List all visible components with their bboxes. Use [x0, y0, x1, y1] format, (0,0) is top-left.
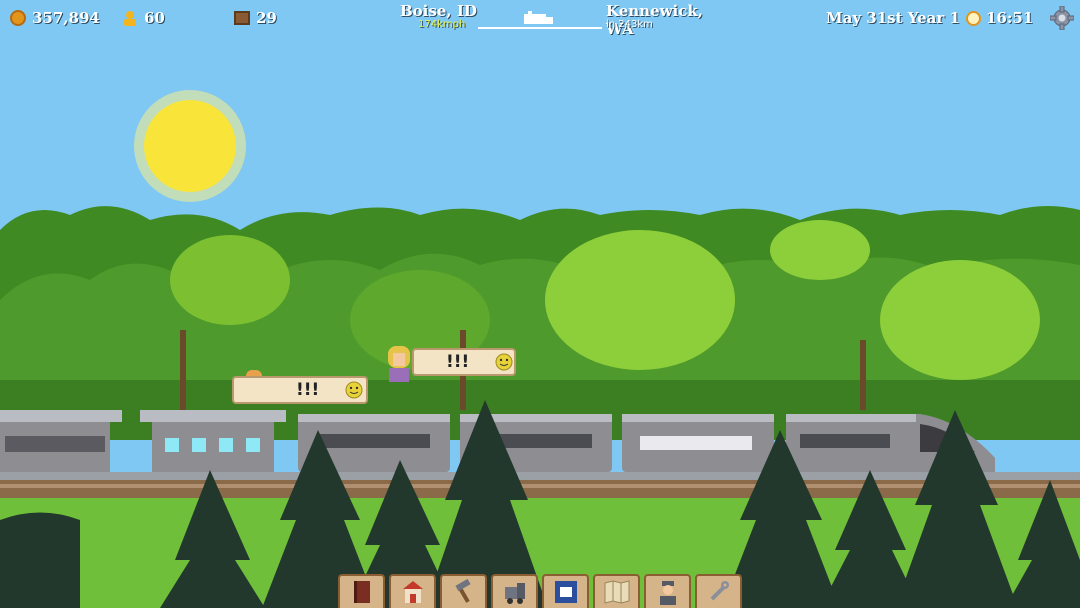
locomotive-icon [504, 583, 525, 604]
passenger-value: 60 [144, 9, 165, 27]
forest-background [0, 206, 1080, 440]
sun [134, 90, 246, 202]
happy-face-icon [495, 353, 513, 371]
money-value: 357,894 [32, 9, 100, 27]
station-icon [402, 581, 423, 603]
build-hammer-icon [454, 579, 471, 603]
train-speed: 174kmph [418, 19, 466, 30]
route-progress: Boise, ID 174kmph Kennewick, WA in 243km [400, 2, 730, 38]
toolbar-train-card-button[interactable] [542, 574, 589, 608]
toolbar-map-button[interactable] [593, 574, 640, 608]
toolbar-wrench-button[interactable] [695, 574, 742, 608]
wrench-icon [710, 581, 729, 601]
origin-station: Boise, ID [400, 2, 477, 20]
passenger-count: 60 [122, 4, 165, 32]
game-scene [0, 0, 1080, 608]
money-display: 357,894 [10, 4, 100, 32]
book-icon [353, 581, 370, 603]
clock-icon [965, 10, 981, 26]
passenger-portrait-icon [388, 346, 410, 382]
toolbar-crew-button[interactable] [644, 574, 691, 608]
toolbar-locomotive-button[interactable] [491, 574, 538, 608]
bottom-toolbar [338, 574, 742, 608]
toolbar-build-button[interactable] [440, 574, 487, 608]
distance-remaining: in 243km [606, 19, 653, 30]
toolbar-book-button[interactable] [338, 574, 385, 608]
game-date: May 31st Year 1 [826, 9, 960, 27]
map-icon [604, 580, 629, 604]
train-car [622, 414, 774, 472]
train-car [140, 410, 286, 472]
passenger-avatar[interactable] [384, 344, 414, 382]
passenger-speech-bubble[interactable]: !!! [232, 376, 368, 404]
passenger-speech-bubble[interactable]: !!! [412, 348, 516, 376]
alert-text: !!! [296, 380, 320, 400]
crew-conductor-icon [659, 581, 676, 605]
alert-text: !!! [446, 352, 470, 372]
railway-track [0, 472, 1080, 498]
happy-face-icon [345, 381, 363, 399]
game-time: 16:51 [985, 9, 1034, 27]
cargo-count: 29 [234, 4, 277, 32]
toolbar-station-button[interactable] [389, 574, 436, 608]
cargo-value: 29 [256, 9, 277, 27]
route-progress-line [478, 27, 602, 29]
train-card-icon [554, 581, 577, 603]
mini-train-icon [524, 11, 553, 24]
passenger-icon [124, 11, 136, 26]
train-car [0, 410, 122, 472]
cargo-crate-icon [234, 11, 250, 25]
coin-icon [10, 10, 26, 26]
settings-gear-icon[interactable] [1050, 6, 1074, 30]
date-time-display: May 31st Year 1 16:51 [826, 4, 1033, 32]
